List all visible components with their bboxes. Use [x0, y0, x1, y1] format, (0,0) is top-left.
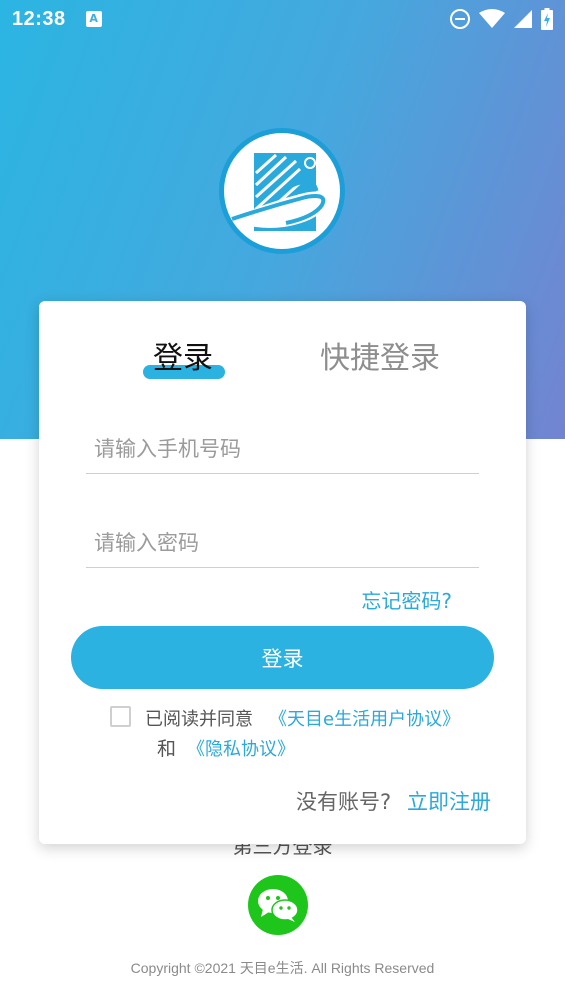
user-agreement-link[interactable]: 《天目e生活用户协议》 — [269, 705, 460, 731]
tab-login-label: 登录 — [153, 341, 213, 376]
app-logo — [219, 128, 345, 254]
status-bar: 12:38 A — [0, 0, 565, 38]
privacy-agreement-link[interactable]: 《隐私协议》 — [187, 735, 295, 761]
tab-login[interactable]: 登录 — [143, 339, 225, 379]
wifi-icon — [479, 9, 505, 28]
forgot-password-link[interactable]: 忘记密码? — [361, 585, 452, 614]
agreement-prefix: 已阅读并同意 — [145, 709, 253, 730]
no-account-text: 没有账号? — [296, 790, 392, 814]
password-input[interactable] — [86, 518, 479, 568]
login-button[interactable]: 登录 — [71, 626, 494, 689]
register-link[interactable]: 立即注册 — [407, 786, 491, 816]
do-not-disturb-icon — [450, 9, 470, 29]
wechat-login-button[interactable] — [248, 875, 308, 935]
status-time: 12:38 — [12, 7, 66, 30]
wechat-icon — [258, 889, 299, 922]
notification-icon: A — [85, 11, 102, 27]
agreement-checkbox[interactable] — [110, 706, 131, 727]
copyright-text: Copyright ©2021 天目e生活. All Rights Reserv… — [130, 960, 435, 976]
login-card: 登录 快捷登录 忘记密码? 登录 已阅读并同意 《天目e生活用户协议》 和 《隐… — [39, 301, 526, 844]
signal-icon — [514, 10, 532, 28]
agreement-conjunction: 和 — [157, 738, 177, 760]
battery-icon — [541, 8, 553, 30]
tab-quick-login[interactable]: 快捷登录 — [320, 339, 440, 379]
status-icons — [449, 8, 553, 30]
app-logo-icon — [230, 153, 329, 231]
phone-input[interactable] — [86, 424, 479, 474]
